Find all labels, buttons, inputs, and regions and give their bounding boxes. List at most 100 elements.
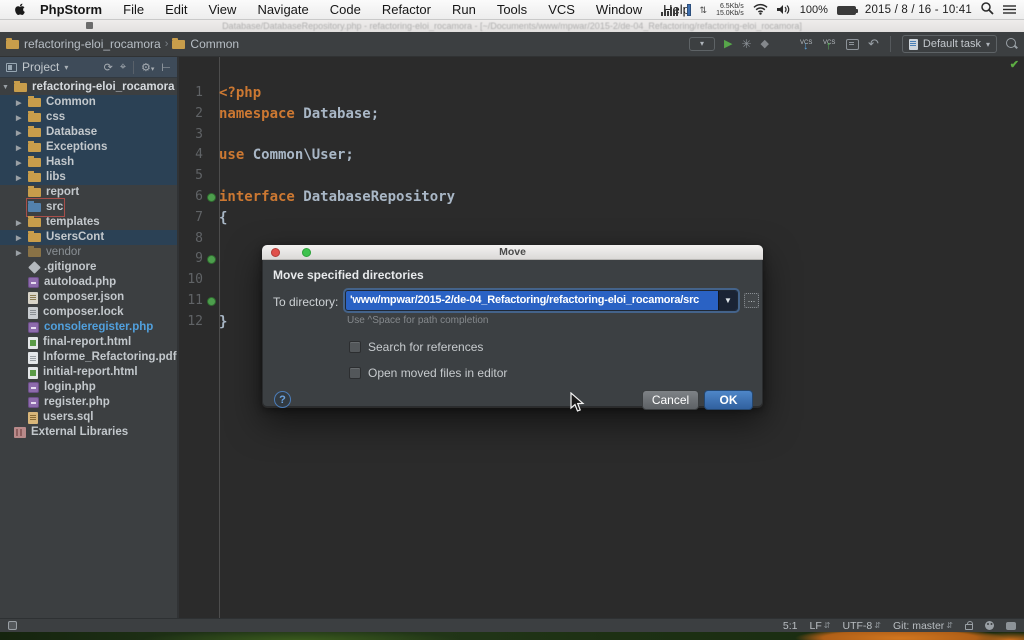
- cpu-histogram-icon[interactable]: [661, 4, 678, 16]
- menu-item[interactable]: Tools: [497, 2, 527, 17]
- menu-item[interactable]: Navigate: [257, 2, 308, 17]
- dialog-titlebar[interactable]: Move: [262, 245, 763, 260]
- code-line[interactable]: 5: [179, 166, 1024, 187]
- tree-row[interactable]: login.php: [0, 380, 177, 395]
- git-branch-widget[interactable]: Git: master⇵: [893, 620, 953, 632]
- console-button[interactable]: [846, 39, 859, 50]
- vcs-commit-button[interactable]: VCS ↑: [823, 36, 837, 52]
- tree-row[interactable]: ▶ vendor: [0, 245, 177, 260]
- directory-combobox[interactable]: 'www/mpwar/2015-2/de-04_Refactoring/refa…: [345, 290, 738, 311]
- expand-arrow-icon[interactable]: ▶: [16, 99, 28, 107]
- expand-arrow-icon[interactable]: ▶: [16, 249, 28, 257]
- breadcrumb-common[interactable]: Common: [172, 37, 239, 51]
- cancel-button[interactable]: Cancel: [642, 390, 699, 410]
- menu-item[interactable]: Window: [596, 2, 642, 17]
- tree-row[interactable]: initial-report.html: [0, 365, 177, 380]
- checkbox-icon[interactable]: [349, 367, 361, 379]
- gutter-marker-icon[interactable]: [203, 297, 219, 306]
- volume-icon[interactable]: [777, 3, 791, 18]
- menubar-clock[interactable]: 2015 / 8 / 16 - 10:41: [865, 4, 972, 16]
- code-line[interactable]: 6 interface DatabaseRepository: [179, 187, 1024, 208]
- menu-item[interactable]: PhpStorm: [40, 2, 102, 17]
- encoding-widget[interactable]: UTF-8⇵: [843, 620, 881, 632]
- project-panel-title[interactable]: Project: [22, 60, 59, 74]
- caret-position[interactable]: 5:1: [783, 620, 798, 632]
- expand-arrow-icon[interactable]: ▶: [16, 129, 28, 137]
- apple-icon[interactable]: [14, 3, 26, 17]
- hector-inspector-icon[interactable]: [985, 621, 994, 630]
- tree-row[interactable]: users.sql: [0, 410, 177, 425]
- tree-row[interactable]: ▶ UsersCont: [0, 230, 177, 245]
- notification-center-icon[interactable]: [1003, 3, 1016, 18]
- toolwindow-toggle-icon[interactable]: [8, 621, 17, 630]
- directory-path-value[interactable]: 'www/mpwar/2015-2/de-04_Refactoring/refa…: [346, 291, 718, 310]
- ok-button[interactable]: OK: [704, 390, 753, 410]
- code-line[interactable]: 7 {: [179, 208, 1024, 229]
- tree-row[interactable]: composer.lock: [0, 305, 177, 320]
- breadcrumb-project[interactable]: refactoring-eloi_rocamora: [6, 37, 161, 51]
- window-titlebar[interactable]: Database/DatabaseRepository.php - refact…: [0, 20, 1024, 32]
- code-line[interactable]: 4 use Common\User;: [179, 145, 1024, 166]
- run-configuration-combo[interactable]: ▾: [689, 37, 715, 51]
- expand-arrow-icon[interactable]: ▶: [16, 219, 28, 227]
- help-button[interactable]: ?: [274, 391, 291, 408]
- spotlight-icon[interactable]: [981, 2, 994, 18]
- checkbox-icon[interactable]: [349, 341, 361, 353]
- search-for-references-checkbox[interactable]: Search for references: [349, 340, 483, 354]
- search-everywhere-icon[interactable]: [1006, 38, 1018, 50]
- tree-row[interactable]: .gitignore: [0, 260, 177, 275]
- hide-panel-icon[interactable]: ⊢: [161, 61, 171, 74]
- tree-row[interactable]: ▶ templates: [0, 215, 177, 230]
- tree-row[interactable]: Informe_Refactoring.pdf: [0, 350, 177, 365]
- browse-button[interactable]: ...: [744, 293, 759, 308]
- gear-icon[interactable]: ⚙▾: [141, 61, 154, 74]
- event-log-icon[interactable]: [1006, 622, 1016, 630]
- expand-arrow-icon[interactable]: ▶: [16, 114, 28, 122]
- open-moved-files-checkbox[interactable]: Open moved files in editor: [349, 366, 507, 380]
- menu-item[interactable]: File: [123, 2, 144, 17]
- locate-icon[interactable]: ⌖: [120, 61, 126, 74]
- debug-button[interactable]: ✳: [741, 36, 751, 52]
- tree-row[interactable]: ▼ refactoring-eloi_rocamora: [0, 80, 177, 95]
- tree-row[interactable]: ▶ css: [0, 110, 177, 125]
- tree-row[interactable]: composer.json: [0, 290, 177, 305]
- code-line[interactable]: 3: [179, 125, 1024, 146]
- tree-row[interactable]: src: [0, 200, 177, 215]
- memory-meter-icon[interactable]: [687, 4, 691, 16]
- expand-arrow-icon[interactable]: ▶: [16, 159, 28, 167]
- network-arrows-icon[interactable]: ⇅: [700, 5, 708, 16]
- expand-arrow-icon[interactable]: ▶: [16, 234, 28, 242]
- expand-arrow-icon[interactable]: ▶: [16, 174, 28, 182]
- wifi-icon[interactable]: [753, 3, 768, 18]
- gutter-marker-icon[interactable]: [203, 193, 219, 202]
- task-dropdown[interactable]: Default task ▾: [902, 35, 997, 53]
- attach-grid-icon[interactable]: [778, 38, 791, 51]
- menu-item[interactable]: Code: [330, 2, 361, 17]
- menu-item[interactable]: Edit: [165, 2, 187, 17]
- zoom-traffic-light[interactable]: [302, 248, 311, 257]
- tree-row[interactable]: final-report.html: [0, 335, 177, 350]
- tree-row[interactable]: External Libraries: [0, 425, 177, 440]
- code-line[interactable]: 2 namespace Database;: [179, 104, 1024, 125]
- tree-row[interactable]: report: [0, 185, 177, 200]
- tree-row[interactable]: register.php: [0, 395, 177, 410]
- tree-row[interactable]: consoleregister.php: [0, 320, 177, 335]
- vcs-update-button[interactable]: VCS ↓: [800, 36, 814, 52]
- rollback-button[interactable]: ↶: [868, 36, 879, 52]
- inspection-ok-icon[interactable]: ✔: [1010, 58, 1019, 71]
- sync-icon[interactable]: ⟳: [104, 61, 113, 74]
- tree-row[interactable]: ▶ Common: [0, 95, 177, 110]
- tree-row[interactable]: autoload.php: [0, 275, 177, 290]
- expand-arrow-icon[interactable]: ▶: [16, 144, 28, 152]
- coverage-button[interactable]: ◆: [761, 36, 769, 52]
- chevron-down-icon[interactable]: ▾: [64, 63, 68, 72]
- tree-row[interactable]: ▶ Hash: [0, 155, 177, 170]
- run-button[interactable]: ▶: [724, 36, 732, 52]
- network-speed[interactable]: 6.5Kb/s 15.0Kb/s: [716, 3, 744, 17]
- menu-item[interactable]: Run: [452, 2, 476, 17]
- tree-row[interactable]: ▶ Database: [0, 125, 177, 140]
- lock-icon[interactable]: [965, 624, 973, 630]
- tree-row[interactable]: ▶ libs: [0, 170, 177, 185]
- menu-item[interactable]: Refactor: [382, 2, 431, 17]
- expand-arrow-icon[interactable]: ▼: [2, 84, 14, 91]
